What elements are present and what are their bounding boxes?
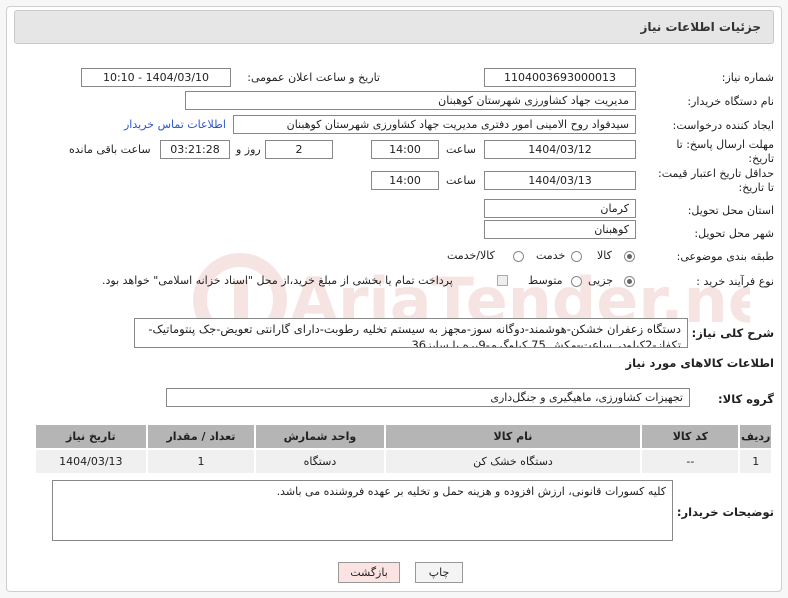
price-validity-time: 14:00 bbox=[371, 171, 439, 190]
response-deadline-date: 1404/03/12 bbox=[484, 140, 636, 159]
page-title: جزئیات اطلاعات نیاز bbox=[640, 20, 761, 34]
response-deadline-time-label: ساعت bbox=[446, 143, 476, 156]
price-validity-label-date: تا تاریخ: bbox=[738, 181, 774, 194]
price-validity-time-label: ساعت bbox=[446, 174, 476, 187]
category-option-goods: کالا bbox=[597, 249, 612, 262]
response-deadline-days-label: روز و bbox=[236, 143, 261, 156]
treasury-note: پرداخت تمام یا بخشی از مبلغ خرید،از محل … bbox=[102, 274, 453, 287]
col-qty: تعداد / مقدار bbox=[145, 423, 257, 450]
remaining-time-label: ساعت باقی مانده bbox=[69, 143, 151, 156]
requester-field: سیدفواد روح الامینی امور دفتری مدیریت جه… bbox=[233, 115, 636, 134]
table-row: 1 -- دستگاه خشک کن دستگاه 1 1404/03/13 bbox=[34, 448, 773, 475]
treasury-checkbox[interactable] bbox=[497, 275, 508, 286]
response-deadline-label: مهلت ارسال پاسخ: تا bbox=[676, 138, 774, 151]
delivery-province-field: کرمان bbox=[484, 199, 636, 218]
cell-row: 1 bbox=[738, 448, 773, 475]
back-button[interactable]: بازگشت bbox=[338, 562, 400, 583]
announce-datetime-field: 1404/03/10 - 10:10 bbox=[81, 68, 231, 87]
cell-code: -- bbox=[640, 448, 741, 475]
buyer-notes-field: کلیه کسورات قانونی، ارزش افزوده و هزینه … bbox=[52, 480, 673, 541]
buyer-contact-link[interactable]: اطلاعات تماس خریدار bbox=[124, 118, 226, 131]
purchase-type-label: نوع فرآیند خرید : bbox=[696, 275, 774, 288]
print-button[interactable]: چاپ bbox=[415, 562, 463, 583]
announce-datetime-label: تاریخ و ساعت اعلان عمومی: bbox=[247, 71, 380, 84]
purchase-type-option-medium: متوسط bbox=[528, 274, 563, 287]
need-number-label: شماره نیاز: bbox=[721, 71, 774, 84]
price-validity-date: 1404/03/13 bbox=[484, 171, 636, 190]
purchase-type-option-minor: جزیی bbox=[588, 274, 614, 287]
col-date: تاریخ نیاز bbox=[34, 423, 148, 450]
buyer-org-label: نام دستگاه خریدار: bbox=[687, 95, 774, 108]
col-row: ردیف bbox=[738, 423, 773, 450]
cell-qty: 1 bbox=[145, 448, 257, 475]
category-option-goods-service: کالا/خدمت bbox=[447, 249, 495, 262]
response-deadline-time: 14:00 bbox=[371, 140, 439, 159]
col-unit: واحد شمارش bbox=[254, 423, 386, 450]
need-number-field: 1104003693000013 bbox=[484, 68, 636, 87]
delivery-city-field: کوهبنان bbox=[484, 220, 636, 239]
goods-table-header: ردیف کد کالا نام کالا واحد شمارش تعداد /… bbox=[34, 423, 773, 450]
category-radio-goods[interactable] bbox=[624, 251, 635, 262]
goods-group-field: تجهیزات کشاورزی، ماهیگیری و جنگل‌داری bbox=[166, 388, 690, 407]
price-validity-label: حداقل تاریخ اعتبار قیمت: bbox=[658, 167, 774, 180]
delivery-city-label: شهر محل تحویل: bbox=[694, 227, 774, 240]
category-radio-service[interactable] bbox=[571, 251, 582, 262]
response-deadline-label-date: تاریخ: bbox=[748, 152, 774, 165]
col-name: نام کالا bbox=[383, 423, 643, 450]
category-radio-goods-service[interactable] bbox=[513, 251, 524, 262]
general-description-label: شرح کلی نیاز: bbox=[691, 326, 774, 340]
remaining-time-field: 03:21:28 bbox=[160, 140, 230, 159]
cell-unit: دستگاه bbox=[254, 448, 386, 475]
purchase-type-radio-medium[interactable] bbox=[571, 276, 582, 287]
buyer-org-field: مدیریت جهاد کشاورزی شهرستان کوهبنان bbox=[185, 91, 636, 110]
goods-group-label: گروه کالا: bbox=[718, 392, 774, 406]
cell-name: دستگاه خشک کن bbox=[383, 448, 643, 475]
delivery-province-label: استان محل تحویل: bbox=[687, 204, 774, 217]
goods-table: ردیف کد کالا نام کالا واحد شمارش تعداد /… bbox=[34, 423, 773, 475]
category-option-service: خدمت bbox=[536, 249, 566, 262]
requester-label: ایجاد کننده درخواست: bbox=[672, 119, 774, 132]
page-header: جزئیات اطلاعات نیاز bbox=[14, 10, 774, 44]
cell-date: 1404/03/13 bbox=[34, 448, 148, 475]
buyer-notes-label: توضیحات خریدار: bbox=[676, 505, 774, 519]
category-label: طبقه بندی موضوعی: bbox=[676, 250, 774, 263]
goods-section-title: اطلاعات کالاهای مورد نیاز bbox=[625, 356, 774, 370]
general-description-field: دستگاه زعفران خشکن-هوشمند-دوگانه سوز-مجه… bbox=[134, 318, 688, 348]
purchase-type-radio-minor[interactable] bbox=[624, 276, 635, 287]
col-code: کد کالا bbox=[640, 423, 741, 450]
response-deadline-days: 2 bbox=[265, 140, 333, 159]
